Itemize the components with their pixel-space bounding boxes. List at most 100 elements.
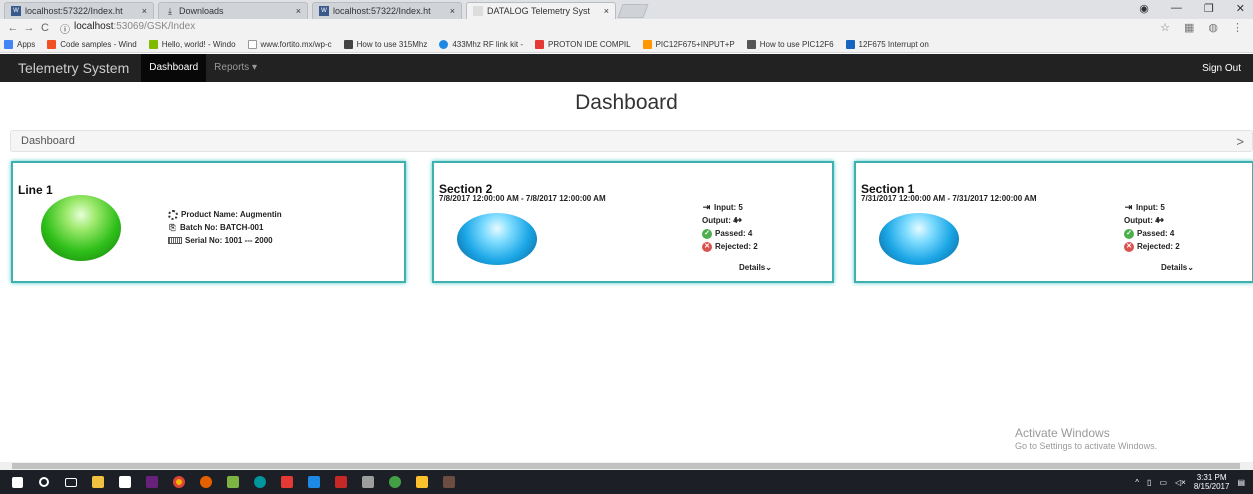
url-host: localhost: [74, 20, 114, 32]
pdf-icon[interactable]: [330, 470, 352, 494]
line-info: Product Name: Augmentin ⎘ Batch No: BATCH…: [168, 208, 282, 247]
app-icon[interactable]: [222, 470, 244, 494]
batch-icon: ⎘: [169, 223, 176, 232]
extension-icon[interactable]: ▦: [1184, 21, 1194, 34]
address-bar-actions: ☆ ▦ ◍ ⋮: [1160, 21, 1243, 34]
line-card[interactable]: Line 1 Product Name: Augmentin ⎘ Batch No…: [11, 161, 406, 283]
bookmark-icon: [148, 40, 158, 49]
bookmark-icon: [47, 40, 57, 49]
x-circle-icon: ✕: [702, 241, 712, 252]
input-row: ⇥ Input: 5: [702, 201, 758, 214]
app-icon[interactable]: [276, 470, 298, 494]
bookmark-item[interactable]: www.fortito.mx/wp-c: [247, 40, 332, 49]
details-toggle[interactable]: Details⌄: [739, 263, 772, 272]
tab-close-icon[interactable]: ×: [450, 6, 455, 16]
input-count: Input: 5: [714, 203, 743, 212]
section-card[interactable]: Section 2 7/8/2017 12:00:00 AM - 7/8/201…: [432, 161, 834, 283]
network-icon[interactable]: ▯: [1147, 478, 1151, 487]
passed-row: ✓ Passed: 4: [1124, 227, 1180, 240]
watermark-title: Activate Windows: [1015, 426, 1110, 440]
section-card[interactable]: Section 1 7/31/2017 12:00:00 AM - 7/31/2…: [854, 161, 1253, 283]
browser-tab-strip: W localhost:57322/Index.ht × ⤓ Downloads…: [0, 0, 1253, 19]
bookmark-item[interactable]: How to use 315Mhz: [343, 40, 427, 49]
windows-start-icon[interactable]: [6, 470, 28, 494]
tab-favicon-icon: W: [11, 6, 21, 16]
app-icon[interactable]: [411, 470, 433, 494]
extension-icon[interactable]: ◍: [1208, 21, 1218, 34]
browser-tab[interactable]: W localhost:57322/Index.ht ×: [4, 2, 154, 19]
bookmarks-bar: Apps Code samples - Wind Hello, world! -…: [0, 37, 1253, 53]
bookmark-label: PIC12F675+INPUT+P: [655, 40, 735, 49]
visual-studio-icon[interactable]: [141, 470, 163, 494]
navbar-brand[interactable]: Telemetry System: [18, 60, 129, 76]
firefox-icon[interactable]: [195, 470, 217, 494]
bookmark-item[interactable]: PROTON IDE COMPIL: [535, 40, 631, 49]
browser-tab[interactable]: ⤓ Downloads ×: [158, 2, 308, 19]
chevron-up-icon[interactable]: ^: [1135, 478, 1139, 487]
close-window-icon[interactable]: ✕: [1236, 2, 1245, 15]
tab-close-icon[interactable]: ×: [604, 6, 609, 16]
nav-item-dashboard[interactable]: Dashboard: [141, 54, 207, 82]
nav-item-reports[interactable]: Reports ▾: [206, 54, 265, 82]
vscode-icon[interactable]: [303, 470, 325, 494]
browser-tab-active[interactable]: DATALOG Telemetry Syst ×: [466, 2, 616, 19]
sign-out-icon: ↦: [734, 215, 742, 225]
back-arrow-icon[interactable]: ←: [6, 22, 20, 34]
url-field[interactable]: ⓘ localhost:53069/GSK/Index: [60, 21, 195, 36]
forward-arrow-icon[interactable]: →: [22, 22, 36, 34]
arduino-icon[interactable]: [249, 470, 271, 494]
bookmark-item[interactable]: Hello, world! - Windo: [148, 40, 236, 49]
bookmark-item[interactable]: PIC12F675+INPUT+P: [642, 40, 735, 49]
file-explorer-icon[interactable]: [87, 470, 109, 494]
horizontal-scrollbar[interactable]: [0, 462, 1253, 470]
task-view-icon[interactable]: [60, 470, 82, 494]
bookmark-item[interactable]: How to use PIC12F6: [746, 40, 834, 49]
star-icon[interactable]: ☆: [1160, 21, 1170, 34]
app-icon[interactable]: [357, 470, 379, 494]
youtube-icon: [535, 40, 545, 49]
battery-icon[interactable]: ▭: [1159, 478, 1167, 487]
output-count: Output: 4: [1124, 216, 1160, 225]
sign-out-link[interactable]: Sign Out: [1202, 63, 1241, 74]
app-icon[interactable]: [384, 470, 406, 494]
page-icon: [473, 6, 483, 16]
details-toggle[interactable]: Details⌄: [1161, 263, 1194, 272]
menu-icon[interactable]: ⋮: [1232, 21, 1243, 34]
browser-tab[interactable]: W localhost:57322/Index.ht ×: [312, 2, 462, 19]
system-tray: ^ ▯ ▭ ◁× 3:31 PM 8/15/2017 ▤: [1135, 470, 1245, 494]
reload-icon[interactable]: C: [38, 22, 52, 34]
bookmark-item[interactable]: 12F675 Interrupt on: [845, 40, 929, 49]
window-controls: ◉ — ❐ ✕: [1139, 2, 1245, 15]
output-count: Output: 4: [702, 216, 738, 225]
bookmark-item[interactable]: 433Mhz RF link kit -: [439, 40, 523, 49]
new-tab-button[interactable]: [617, 4, 649, 18]
chrome-icon[interactable]: [168, 470, 190, 494]
download-icon: ⤓: [168, 6, 172, 16]
bookmark-item[interactable]: Apps: [4, 40, 35, 49]
clock[interactable]: 3:31 PM 8/15/2017: [1194, 473, 1230, 491]
activation-watermark: Activate Windows Go to Settings to activ…: [1015, 426, 1157, 451]
store-icon[interactable]: [114, 470, 136, 494]
bookmark-item[interactable]: Code samples - Wind: [47, 40, 137, 49]
minimize-icon[interactable]: —: [1171, 2, 1182, 15]
passed-row: ✓ Passed: 4: [702, 227, 758, 240]
restore-icon[interactable]: ❐: [1204, 2, 1214, 15]
breadcrumb-item[interactable]: Dashboard: [21, 135, 75, 147]
taskbar: ^ ▯ ▭ ◁× 3:31 PM 8/15/2017 ▤: [0, 470, 1253, 494]
serial-row: Serial No: 1001 --- 2000: [168, 234, 282, 247]
notification-icon[interactable]: ▤: [1237, 478, 1245, 487]
volume-icon[interactable]: ◁×: [1175, 478, 1186, 487]
account-icon[interactable]: ◉: [1139, 2, 1149, 15]
page-title: Dashboard: [575, 91, 678, 114]
search-icon[interactable]: [33, 470, 55, 494]
bookmark-icon: [439, 40, 449, 49]
chevron-right-icon[interactable]: >: [1236, 134, 1244, 149]
sign-in-icon: ⇥: [702, 202, 711, 212]
tab-title: localhost:57322/Index.ht: [25, 6, 123, 16]
scrollbar-thumb[interactable]: [12, 463, 1240, 469]
output-row: ↦ Output: 4: [1124, 214, 1180, 227]
check-circle-icon: ✓: [1124, 228, 1134, 239]
tab-close-icon[interactable]: ×: [296, 6, 301, 16]
app-icon[interactable]: [438, 470, 460, 494]
tab-close-icon[interactable]: ×: [142, 6, 147, 16]
